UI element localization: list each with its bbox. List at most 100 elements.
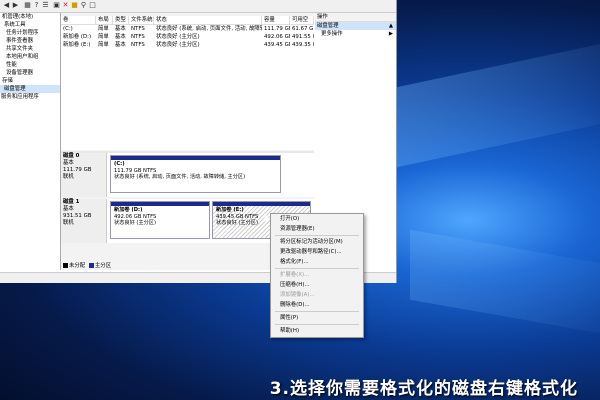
volume-table-header: 卷 布局 类型 文件系统 状态 容量 可用空 [61,16,314,25]
wallpaper-light-beam [395,32,600,168]
menu-separator [275,235,359,236]
partition-d-status: 状态良好 (主分区) [114,220,157,226]
menu-open[interactable]: 打开(O) [271,214,363,224]
partition-d[interactable]: 新加卷 (D:) 492.06 GB NTFS 状态良好 (主分区) [110,201,210,239]
actions-more[interactable]: 更多操作 ▶ [315,30,396,38]
window-icon[interactable]: □ [89,2,96,9]
tree-item-services[interactable]: 服务和应用程序 [0,93,60,101]
menu-mirror: 添加镜像(A)... [280,292,315,298]
menu-change-letter[interactable]: 更改驱动器号和路径(C)... [271,247,363,257]
cell-volume: 新加卷 (E:) [63,42,91,48]
legend-primary: 主分区 [94,263,112,269]
actions-disk-management-label: 磁盘管理 [317,23,339,29]
primary-swatch [88,263,94,268]
tree-item-local-users[interactable]: 本地用户和组 [0,53,60,61]
partition-c[interactable]: (C:) 111.79 GB NTFS 状态良好 (系统, 启动, 页面文件, … [110,155,281,193]
col-volume[interactable]: 卷 [61,16,96,24]
cell-filesystem: NTFS [131,34,145,40]
tree-item-performance[interactable]: 性能 [0,61,60,69]
cell-type: 基本 [115,34,126,40]
context-menu: 打开(O) 资源管理器(E) 将分区标记为活动分区(M) 更改驱动器号和路径(C… [270,213,364,338]
menu-explore[interactable]: 资源管理器(E) [271,224,363,234]
menu-separator [275,268,359,269]
col-capacity[interactable]: 容量 [262,16,290,24]
cell-volume: 新加卷 (D:) [63,34,92,40]
cell-filesystem: NTFS [131,26,145,32]
tree-item-event-viewer[interactable]: 事件查看器 [0,37,60,45]
cell-filesystem: NTFS [131,42,145,48]
cell-free: 491.55 G [292,34,314,40]
actions-header: 操作 [315,13,396,22]
tree-item-device-manager[interactable]: 设备管理器 [0,69,60,77]
wallpaper-light-beam-lower [410,229,600,341]
cell-status: 状态良好 (系统, 启动, 页面文件, 活动, 故障转储... [156,26,262,32]
disk-1-name: 磁盘 1 [63,199,80,205]
forward-icon[interactable]: ▶ [12,2,19,9]
tree-item-shared-folders[interactable]: 共享文件夹 [0,45,60,53]
col-free[interactable]: 可用空 [290,16,314,24]
volume-table: (C:) 简单 基本 NTFS 状态良好 (系统, 启动, 页面文件, 活动, … [61,25,314,150]
menu-mark-active[interactable]: 将分区标记为活动分区(M) [271,237,363,247]
disk-1-info[interactable]: 磁盘 1 基本 931.51 GB 联机 [61,199,107,243]
help-icon[interactable]: ? [33,2,40,9]
col-layout[interactable]: 布局 [96,16,113,24]
menu-separator [275,324,359,325]
cell-status: 状态良好 (主分区) [156,34,200,40]
disk-0-row: 磁盘 0 基本 111.79 GB 联机 (C:) 111.79 GB NTFS… [61,153,314,197]
navigation-tree: 机管理(本地) 系统工具 任务计划程序 事件查看器 共享文件夹 本地用户和组 性… [0,13,61,270]
menu-help[interactable]: 帮助(H) [271,326,363,336]
disk-0-type: 基本 [63,160,74,166]
chevron-right-icon: ▶ [388,31,393,37]
table-row[interactable]: (C:) 简单 基本 NTFS 状态良好 (系统, 启动, 页面文件, 活动, … [61,25,314,33]
col-filesystem[interactable]: 文件系统 [129,16,154,24]
back-icon[interactable]: ◀ [3,2,10,9]
disk-0-name: 磁盘 0 [63,153,80,159]
toolbar: ◀ ▶ ▦ ? ☰ ▣ ✕ ■ ⚲ □ [0,0,396,13]
tree-item-computer-management[interactable]: 机管理(本地) [0,13,60,21]
folder-icon[interactable]: ■ [71,2,78,9]
cell-capacity: 111.79 GB [264,26,290,32]
disk-0-info[interactable]: 磁盘 0 基本 111.79 GB 联机 [61,153,107,197]
cell-type: 基本 [115,26,126,32]
cell-type: 基本 [115,42,126,48]
save-icon[interactable]: ▣ [53,2,60,9]
table-row[interactable]: 新加卷 (D:) 简单 基本 NTFS 状态良好 (主分区) 492.06 GB… [61,33,314,41]
unallocated-swatch [63,263,68,268]
menu-shrink[interactable]: 压缩卷(H)... [271,280,363,290]
tree-item-storage[interactable]: 存储 [0,77,60,85]
delete-icon[interactable]: ✕ [62,2,69,9]
menu-properties[interactable]: 属性(P) [271,313,363,323]
cell-volume: (C:) [63,26,73,32]
legend-unallocated: 未分配 [69,263,86,269]
disk-1-size: 931.51 GB [63,213,92,219]
cell-layout: 简单 [98,26,109,32]
menu-format[interactable]: 格式化(F)... [271,257,363,267]
tree-item-task-scheduler[interactable]: 任务计划程序 [0,29,60,37]
disk-0-size: 111.79 GB [63,167,92,173]
menu-delete[interactable]: 删除卷(D)... [271,300,363,310]
collapse-arrow-icon: ▲ [388,23,393,29]
search-icon[interactable]: ⚲ [80,2,87,9]
menu-separator [275,311,359,312]
disk-1-type: 基本 [63,206,74,212]
partition-c-status: 状态良好 (系统, 启动, 页面文件, 活动, 故障转储, 主分区) [114,174,246,180]
cell-free: 61.67 G [292,26,314,32]
menu-extend: 扩展卷(X)... [280,272,310,278]
actions-disk-management[interactable]: 磁盘管理 ▲ [315,22,396,30]
cell-capacity: 492.06 GB [264,34,290,40]
cell-layout: 简单 [98,34,109,40]
list-icon[interactable]: ☰ [42,2,49,9]
properties-icon[interactable]: ▦ [24,2,31,9]
cell-status: 状态良好 (主分区) [156,42,200,48]
tree-item-system-tools[interactable]: 系统工具 [0,21,60,29]
actions-more-label: 更多操作 [321,31,343,37]
disk-1-status: 联机 [63,220,74,226]
col-status[interactable]: 状态 [154,16,262,24]
caption-subtitle: 3.选择你需要格式化的磁盘右键格式化 [269,379,578,399]
col-type[interactable]: 类型 [113,16,129,24]
tree-item-disk-management[interactable]: 磁盘管理 [0,85,60,93]
disk-0-status: 联机 [63,174,74,180]
cell-layout: 简单 [98,42,109,48]
cell-free: 439.35 G [292,42,314,48]
table-row[interactable]: 新加卷 (E:) 简单 基本 NTFS 状态良好 (主分区) 439.45 GB… [61,41,314,49]
